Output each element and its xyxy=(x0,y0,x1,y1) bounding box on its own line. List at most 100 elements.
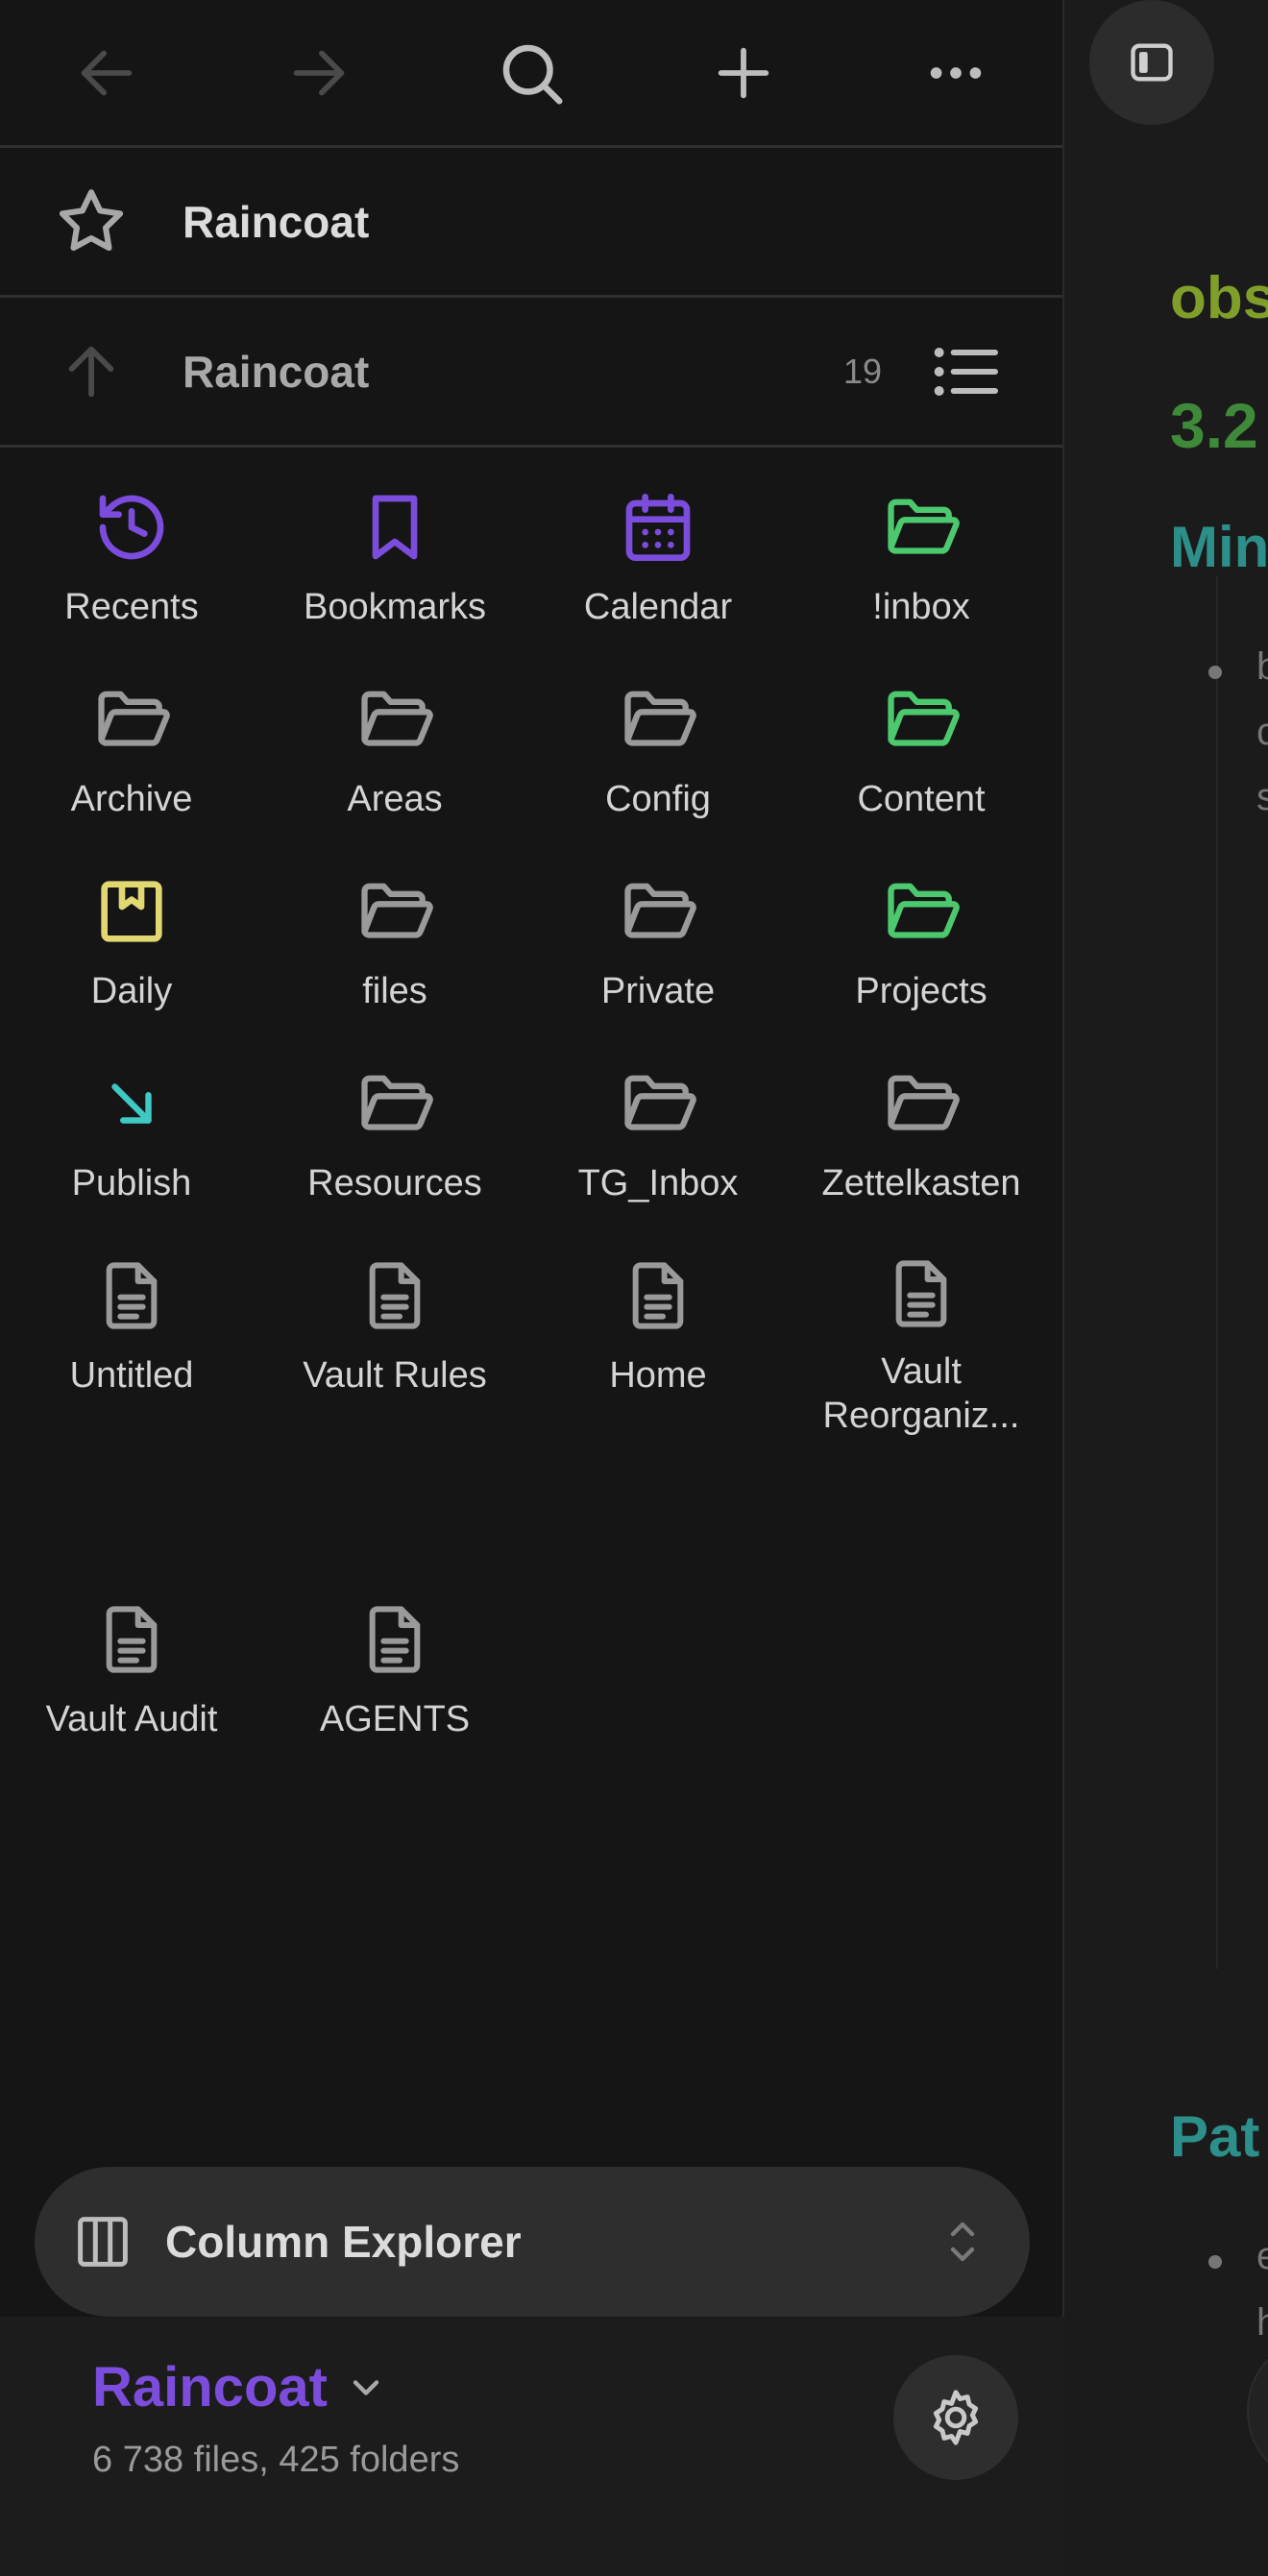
folder-open-icon xyxy=(624,691,696,746)
current-folder-row: Raincoat 19 xyxy=(0,298,1062,448)
folder-open-icon xyxy=(888,1075,960,1130)
file-text-icon xyxy=(106,1262,158,1329)
gear-icon xyxy=(933,2390,979,2445)
folder-grid: Recents Bookmarks Calendar !inbox Archiv… xyxy=(0,447,1057,1791)
editor-bullet xyxy=(1208,2255,1222,2269)
grid-item-label: Private xyxy=(600,971,716,1011)
grid-item-config[interactable]: Config xyxy=(526,639,790,831)
view-switcher[interactable]: Column Explorer xyxy=(35,2167,1030,2317)
vault-switcher[interactable]: Raincoat xyxy=(92,2355,387,2419)
editor-heading-fragment: Min xyxy=(1170,515,1268,579)
grid-item-vault-audit[interactable]: Vault Audit xyxy=(0,1599,263,1791)
grid-item-label: Vault Rules xyxy=(303,1355,487,1396)
file-text-icon xyxy=(895,1260,947,1327)
editor-floating-button[interactable] xyxy=(1247,2344,1268,2478)
grid-item-label: Daily xyxy=(90,971,173,1011)
folder-open-icon xyxy=(888,498,960,554)
grid-item-projects[interactable]: Projects xyxy=(790,831,1053,1023)
grid-item-zettelkasten[interactable]: Zettelkasten xyxy=(790,1023,1053,1215)
grid-item-resources[interactable]: Resources xyxy=(263,1023,526,1215)
forward-button[interactable] xyxy=(212,0,425,147)
grid-item-label: TG_Inbox xyxy=(577,1163,739,1203)
chevron-down-icon xyxy=(353,2379,379,2395)
back-button[interactable] xyxy=(0,0,212,147)
star-icon xyxy=(59,188,124,251)
grid-item-files[interactable]: files xyxy=(263,831,526,1023)
grid-item-label: Config xyxy=(605,779,711,819)
folder-open-icon xyxy=(624,1075,696,1130)
list-icon xyxy=(934,347,998,396)
bookmark-icon xyxy=(372,495,418,560)
editor-heading-fragment: 3.2 xyxy=(1170,390,1258,461)
grid-item-label: Resources xyxy=(307,1163,482,1203)
grid-item-label: Recents xyxy=(64,587,199,627)
editor-pane: obs 3.2 Min b c s Pat e h xyxy=(1064,0,1268,2576)
arrow-right-icon xyxy=(293,50,345,95)
grid-item-vault-rules[interactable]: Vault Rules xyxy=(263,1215,526,1407)
grid-item-tg-inbox[interactable]: TG_Inbox xyxy=(526,1023,790,1215)
file-text-icon xyxy=(632,1262,684,1329)
editor-bullet xyxy=(1208,666,1222,679)
plus-icon xyxy=(718,47,769,98)
grid-item-label: AGENTS xyxy=(319,1699,471,1739)
grid-item-untitled[interactable]: Untitled xyxy=(0,1215,263,1407)
grid-item-label: Bookmarks xyxy=(303,587,487,627)
editor-divider xyxy=(1216,576,1218,1969)
grid-item-daily[interactable]: Daily xyxy=(0,831,263,1023)
favorite-folder-row[interactable]: Raincoat xyxy=(0,148,1062,298)
folder-open-icon xyxy=(98,691,170,746)
vault-footer: Raincoat 6 738 files, 425 folders xyxy=(0,2317,1064,2576)
new-note-button[interactable] xyxy=(638,0,850,147)
arrow-left-icon xyxy=(81,50,132,95)
list-view-button[interactable] xyxy=(918,333,1014,410)
chevrons-up-down-icon xyxy=(950,2222,975,2262)
grid-item-recents[interactable]: Recents xyxy=(0,447,263,639)
grid-item-label: Areas xyxy=(347,779,443,819)
folder-open-icon xyxy=(888,691,960,746)
folder-open-icon xyxy=(624,883,696,938)
search-button[interactable] xyxy=(425,0,637,147)
grid-item-publish[interactable]: Publish xyxy=(0,1023,263,1215)
grid-item-label: Content xyxy=(857,779,986,819)
daily-note-icon xyxy=(101,881,162,942)
grid-item-vault-reorganization[interactable]: Vault Reorganiz... xyxy=(790,1215,1053,1436)
arrow-up-icon xyxy=(68,346,114,397)
item-count: 19 xyxy=(842,351,882,391)
star-icon-wrap xyxy=(0,182,183,261)
grid-item-agents[interactable]: AGENTS xyxy=(263,1599,526,1791)
grid-item-label: Archive xyxy=(70,779,193,819)
grid-item-label: Projects xyxy=(855,971,988,1011)
grid-item-content[interactable]: Content xyxy=(790,639,1053,831)
search-icon xyxy=(502,44,563,104)
grid-item-label: Home xyxy=(609,1355,707,1396)
history-icon xyxy=(99,495,164,560)
sidebar-toggle-icon xyxy=(1131,43,1173,82)
columns-icon xyxy=(78,2217,128,2267)
grid-item-label: Publish xyxy=(71,1163,192,1203)
folder-open-icon xyxy=(361,883,433,938)
file-text-icon xyxy=(369,1606,421,1673)
grid-item-areas[interactable]: Areas xyxy=(263,639,526,831)
navigation-toolbar xyxy=(0,0,1062,148)
editor-text-fragment: e xyxy=(1256,2235,1268,2277)
editor-text-fragment: c xyxy=(1256,711,1268,753)
favorite-folder-label: Raincoat xyxy=(183,196,370,247)
grid-item-label: Untitled xyxy=(69,1355,194,1396)
grid-item-calendar[interactable]: Calendar xyxy=(526,447,790,639)
file-explorer-panel: Raincoat Raincoat 19 Recents Bookmarks C… xyxy=(0,0,1064,2576)
grid-item-label: Zettelkasten xyxy=(821,1163,1021,1203)
editor-text-fragment: b xyxy=(1256,645,1268,688)
more-button[interactable] xyxy=(850,0,1062,147)
calendar-icon xyxy=(625,494,691,561)
grid-item-home[interactable]: Home xyxy=(526,1215,790,1407)
grid-item-archive[interactable]: Archive xyxy=(0,639,263,831)
sidebar-toggle-button[interactable] xyxy=(1089,0,1214,125)
more-horizontal-icon xyxy=(931,66,982,79)
settings-button[interactable] xyxy=(893,2355,1018,2480)
grid-item-bookmarks[interactable]: Bookmarks xyxy=(263,447,526,639)
grid-item-label: Vault Audit xyxy=(45,1699,218,1739)
grid-item-inbox[interactable]: !inbox xyxy=(790,447,1053,639)
parent-folder-button[interactable] xyxy=(0,338,183,405)
grid-item-private[interactable]: Private xyxy=(526,831,790,1023)
folder-open-icon xyxy=(361,691,433,746)
